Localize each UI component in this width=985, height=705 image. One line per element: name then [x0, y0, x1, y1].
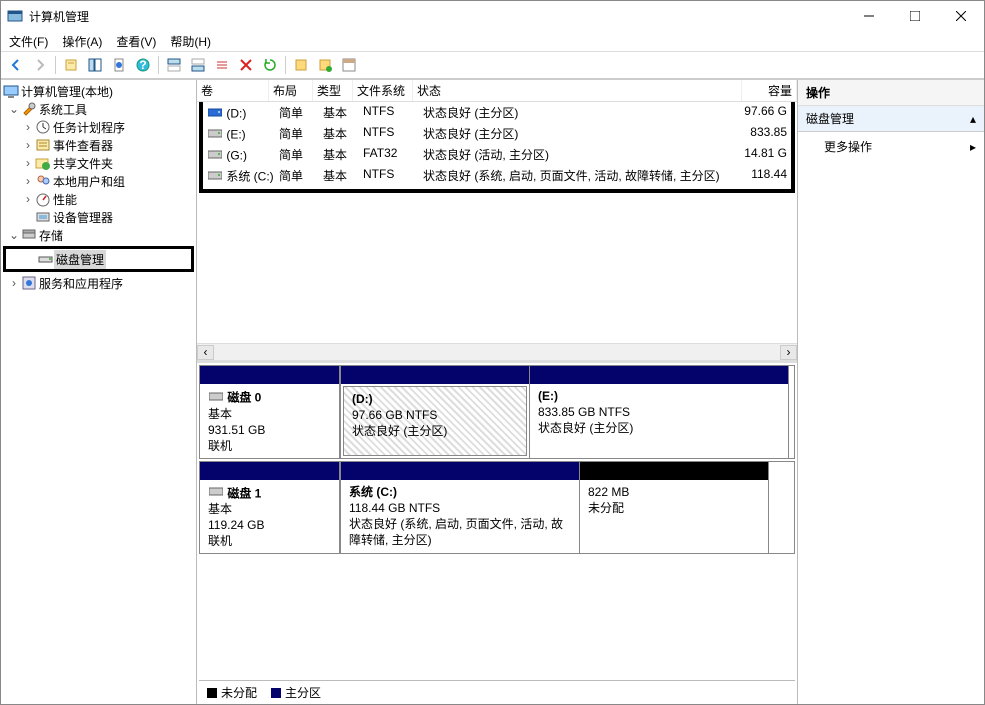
legend: 未分配 主分区 — [199, 680, 795, 704]
tree-device-manager[interactable]: 设备管理器 — [3, 208, 194, 226]
disk-icon — [208, 388, 224, 404]
menu-view[interactable]: 查看(V) — [116, 33, 156, 50]
actions-panel: 操作 磁盘管理 ▴ 更多操作 ▸ — [798, 80, 984, 704]
volume-table-header: 卷 布局 类型 文件系统 状态 容量 — [197, 80, 797, 102]
device-icon — [35, 209, 51, 225]
refresh-icon[interactable] — [259, 54, 281, 76]
properties-button[interactable] — [108, 54, 130, 76]
expand-icon[interactable]: › — [21, 192, 35, 206]
menu-file[interactable]: 文件(F) — [9, 33, 48, 50]
tree-root[interactable]: 计算机管理(本地) — [3, 82, 194, 100]
collapse-icon[interactable]: ⌄ — [7, 102, 21, 116]
tree-shared-folders[interactable]: ›共享文件夹 — [3, 154, 194, 172]
tree-services[interactable]: ›服务和应用程序 — [3, 274, 194, 292]
tree-system-tools[interactable]: ⌄系统工具 — [3, 100, 194, 118]
disk-row: 磁盘 0基本931.51 GB联机(D:)97.66 GB NTFS状态良好 (… — [199, 365, 795, 459]
partition[interactable]: (E:)833.85 GB NTFS状态良好 (主分区) — [529, 365, 789, 459]
expand-icon[interactable]: › — [7, 276, 21, 290]
app-icon — [7, 8, 23, 24]
svg-text:?: ? — [139, 58, 146, 72]
drive-icon — [207, 125, 223, 141]
collapse-icon[interactable]: ▴ — [970, 112, 976, 126]
back-button[interactable] — [5, 54, 27, 76]
tree-task-scheduler[interactable]: ›任务计划程序 — [3, 118, 194, 136]
tree-event-viewer[interactable]: ›事件查看器 — [3, 136, 194, 154]
actions-more[interactable]: 更多操作 ▸ — [798, 132, 984, 161]
menu-help[interactable]: 帮助(H) — [170, 33, 211, 50]
show-hide-tree-button[interactable] — [84, 54, 106, 76]
action1-icon[interactable] — [290, 54, 312, 76]
menubar: 文件(F) 操作(A) 查看(V) 帮助(H) — [1, 31, 984, 51]
drive-icon — [207, 167, 223, 183]
up-button[interactable] — [60, 54, 82, 76]
disk-icon — [38, 251, 54, 267]
menu-action[interactable]: 操作(A) — [62, 33, 102, 50]
horizontal-scrollbar[interactable]: ‹ › — [197, 343, 797, 360]
expand-icon[interactable]: › — [21, 120, 35, 134]
tools-icon — [21, 101, 37, 117]
event-icon — [35, 137, 51, 153]
col-status[interactable]: 状态 — [413, 80, 742, 101]
help-button[interactable]: ? — [132, 54, 154, 76]
col-volume[interactable]: 卷 — [197, 80, 269, 101]
clock-icon — [35, 119, 51, 135]
col-capacity[interactable]: 容量 — [742, 80, 797, 101]
table-row[interactable]: (D:)简单基本NTFS状态良好 (主分区)97.66 G — [203, 102, 791, 123]
delete-icon[interactable] — [235, 54, 257, 76]
disk-layout-panel: 磁盘 0基本931.51 GB联机(D:)97.66 GB NTFS状态良好 (… — [197, 360, 797, 704]
folder-share-icon — [35, 155, 51, 171]
table-row[interactable]: (E:)简单基本NTFS状态良好 (主分区)833.85 — [203, 123, 791, 144]
disk-icon — [208, 484, 224, 500]
partition[interactable]: 系统 (C:)118.44 GB NTFS状态良好 (系统, 启动, 页面文件,… — [340, 461, 580, 555]
scroll-left-icon[interactable]: ‹ — [197, 345, 214, 360]
partition[interactable]: 822 MB未分配 — [579, 461, 769, 555]
drive-icon — [207, 104, 223, 120]
scroll-right-icon[interactable]: › — [780, 345, 797, 360]
col-fs[interactable]: 文件系统 — [353, 80, 413, 101]
partition[interactable]: (D:)97.66 GB NTFS状态良好 (主分区) — [340, 365, 530, 459]
window-title: 计算机管理 — [29, 8, 846, 25]
actions-section[interactable]: 磁盘管理 ▴ — [798, 106, 984, 132]
settings-icon[interactable] — [211, 54, 233, 76]
minimize-button[interactable] — [846, 1, 892, 31]
col-layout[interactable]: 布局 — [269, 80, 313, 101]
tree-disk-management[interactable]: 磁盘管理 — [6, 250, 191, 268]
expand-icon[interactable]: › — [21, 156, 35, 170]
table-row[interactable]: 系统 (C:)简单基本NTFS状态良好 (系统, 启动, 页面文件, 活动, 故… — [203, 165, 791, 187]
tree-panel: 计算机管理(本地) ⌄系统工具 ›任务计划程序 ›事件查看器 ›共享文件夹 ›本… — [1, 80, 197, 704]
view-top-button[interactable] — [163, 54, 185, 76]
collapse-icon[interactable]: ⌄ — [7, 228, 21, 242]
disk-row: 磁盘 1基本119.24 GB联机系统 (C:)118.44 GB NTFS状态… — [199, 461, 795, 555]
volume-rows-highlight: (D:)简单基本NTFS状态良好 (主分区)97.66 G (E:)简单基本NT… — [199, 102, 795, 193]
storage-icon — [21, 227, 37, 243]
forward-button[interactable] — [29, 54, 51, 76]
center-panel: 卷 布局 类型 文件系统 状态 容量 (D:)简单基本NTFS状态良好 (主分区… — [197, 80, 798, 704]
tree-performance[interactable]: ›性能 — [3, 190, 194, 208]
tree-storage[interactable]: ⌄存储 — [3, 226, 194, 244]
tree-local-users[interactable]: ›本地用户和组 — [3, 172, 194, 190]
legend-unallocated-swatch — [207, 688, 217, 698]
perf-icon — [35, 191, 51, 207]
computer-icon — [3, 83, 19, 99]
titlebar: 计算机管理 — [1, 1, 984, 31]
expand-icon[interactable]: › — [21, 138, 35, 152]
chevron-right-icon: ▸ — [970, 140, 976, 154]
action2-icon[interactable] — [314, 54, 336, 76]
action3-icon[interactable] — [338, 54, 360, 76]
maximize-button[interactable] — [892, 1, 938, 31]
actions-header: 操作 — [798, 80, 984, 106]
services-icon — [21, 275, 37, 291]
users-icon — [35, 173, 51, 189]
close-button[interactable] — [938, 1, 984, 31]
legend-primary-swatch — [271, 688, 281, 698]
col-type[interactable]: 类型 — [313, 80, 353, 101]
view-bottom-button[interactable] — [187, 54, 209, 76]
drive-icon — [207, 146, 223, 162]
table-row[interactable]: (G:)简单基本FAT32状态良好 (活动, 主分区)14.81 G — [203, 144, 791, 165]
expand-icon[interactable]: › — [21, 174, 35, 188]
toolbar: ? — [1, 51, 984, 79]
